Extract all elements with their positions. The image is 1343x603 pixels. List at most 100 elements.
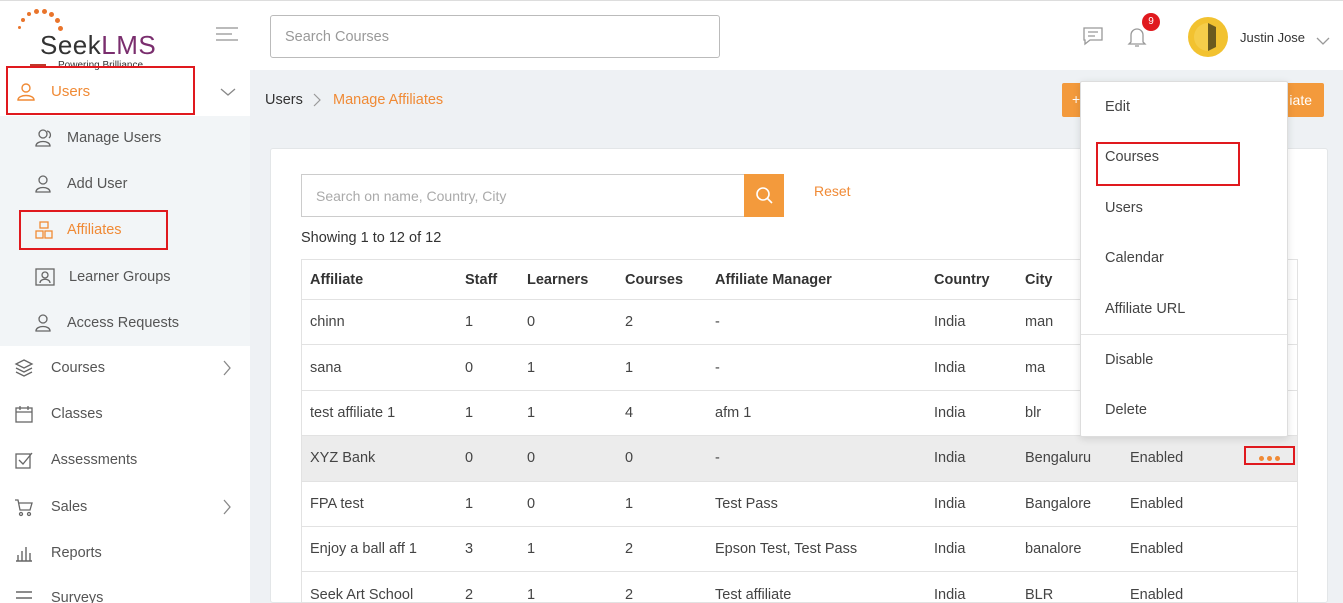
user-name[interactable]: Justin Jose (1240, 30, 1305, 45)
cell-learners: 1 (518, 389, 616, 436)
sidebar-item-courses[interactable]: Courses (0, 348, 250, 388)
menu-item-users[interactable]: Users (1081, 183, 1287, 233)
plus-icon: + (1072, 91, 1081, 107)
menu-item-disable[interactable]: Disable (1081, 335, 1287, 385)
sidebar-item-reports[interactable]: Reports (0, 533, 250, 573)
sidebar-item-surveys[interactable]: Surveys (0, 578, 250, 603)
highlight-users-box (6, 66, 195, 115)
course-search-box (270, 15, 720, 58)
cell-country: India (925, 344, 1016, 391)
menu-item-calendar[interactable]: Calendar (1081, 233, 1287, 283)
cell-manager: Test affiliate (706, 571, 925, 603)
cell-courses: 1 (616, 480, 706, 527)
column-header: Country (925, 259, 1016, 300)
sidebar-item-manage-users[interactable]: Manage Users (0, 118, 250, 158)
table-row[interactable]: FPA test 1 0 1 Test Pass India Bangalore Enable… (301, 480, 1298, 527)
cell-courses: 2 (616, 298, 706, 345)
avatar[interactable] (1188, 17, 1228, 57)
sidebar-item-sales[interactable]: Sales (0, 487, 250, 527)
cell-courses: 2 (616, 525, 706, 572)
learner-groups-icon (34, 267, 56, 290)
cell-courses: 1 (616, 344, 706, 391)
sidebar-item-add-user[interactable]: Add User (0, 164, 250, 204)
bell-icon[interactable] (1127, 26, 1147, 51)
button-label: iate (1289, 92, 1312, 108)
menu-item-edit[interactable]: Edit (1081, 82, 1287, 132)
sidebar-item-label: Surveys (51, 590, 104, 603)
menu-item-delete[interactable]: Delete (1081, 385, 1287, 435)
sidebar-item-label: Classes (51, 406, 103, 422)
sidebar-item-label: Add User (67, 176, 128, 192)
more-dot-icon (1275, 456, 1280, 461)
manage-users-icon (34, 128, 54, 151)
cell-manager: afm 1 (706, 389, 925, 436)
cell-learners: 0 (518, 480, 616, 527)
sidebar-item-label: Sales (51, 499, 88, 515)
list-icon (14, 588, 34, 603)
sidebar-item-access-requests[interactable]: Access Requests (0, 303, 250, 343)
column-header: Staff (456, 259, 518, 300)
highlight-courses-box (1096, 142, 1240, 186)
column-header: Affiliate Manager (706, 259, 925, 300)
menu-item-label: Delete (1105, 402, 1147, 418)
column-header: Learners (518, 259, 616, 300)
menu-toggle-icon[interactable] (216, 27, 238, 43)
table-row[interactable]: XYZ Bank 0 0 0- India Bengaluru Enabled (301, 435, 1298, 482)
table-search-input[interactable] (302, 175, 745, 216)
cell-affiliate: XYZ Bank (301, 435, 456, 482)
sidebar-item-label: Manage Users (67, 130, 162, 146)
chevron-down-icon[interactable] (1316, 33, 1330, 49)
cell-country: India (925, 525, 1016, 572)
sidebar-item-classes[interactable]: Classes (0, 394, 250, 434)
cell-actions (1231, 480, 1298, 527)
logo-text: SeekLMS (40, 30, 157, 60)
cell-country: India (925, 298, 1016, 345)
chevron-right-icon[interactable] (222, 360, 232, 379)
cell-manager: - (706, 344, 925, 391)
course-search-input[interactable] (271, 16, 719, 57)
menu-item-label: Users (1105, 200, 1143, 216)
sidebar-item-assessments[interactable]: Assessments (0, 440, 250, 480)
cell-affiliate: Enjoy a ball aff 1 (301, 525, 456, 572)
table-search-box (301, 174, 745, 217)
cell-affiliate: test affiliate 1 (301, 389, 456, 436)
cell-courses: 4 (616, 389, 706, 436)
cell-courses: 0 (616, 435, 706, 482)
cell-learners: 1 (518, 571, 616, 603)
more-dot-icon (1267, 456, 1272, 461)
search-button[interactable] (744, 174, 784, 217)
sidebar-item-label: Assessments (51, 452, 138, 468)
cell-country: India (925, 480, 1016, 527)
sidebar-item-label: Courses (51, 360, 105, 376)
logo[interactable]: SeekLMS Powering Brilliance (12, 8, 172, 72)
access-requests-icon (34, 313, 54, 336)
cell-learners: 1 (518, 525, 616, 572)
cell-city: Bengaluru (1016, 435, 1121, 482)
highlight-affiliates-box (19, 210, 168, 250)
chevron-right-icon[interactable] (222, 499, 232, 518)
cell-status: Enabled (1121, 571, 1231, 603)
cell-status: Enabled (1121, 480, 1231, 527)
table-row[interactable]: Enjoy a ball aff 1 3 1 2 Epson Test, Test Pa… (301, 525, 1298, 572)
cell-manager: - (706, 298, 925, 345)
sidebar-item-label: Reports (51, 545, 102, 561)
cell-staff: 0 (456, 344, 518, 391)
chevron-down-icon[interactable] (220, 84, 236, 100)
pagination-info: Showing 1 to 12 of 12 (301, 230, 442, 246)
cell-learners: 0 (518, 435, 616, 482)
more-dot-icon (1259, 456, 1264, 461)
cell-staff: 1 (456, 480, 518, 527)
reset-link[interactable]: Reset (814, 183, 851, 199)
cell-staff: 2 (456, 571, 518, 603)
add-user-icon (34, 174, 54, 197)
menu-item-affiliate-url[interactable]: Affiliate URL (1081, 284, 1287, 334)
menu-item-label: Calendar (1105, 250, 1164, 266)
chat-icon[interactable] (1082, 26, 1104, 49)
cell-actions (1231, 525, 1298, 572)
breadcrumb-users[interactable]: Users (265, 92, 303, 108)
cell-staff: 1 (456, 389, 518, 436)
cell-country: India (925, 571, 1016, 603)
table-row[interactable]: Seek Art School 2 1 2 Test affiliate India BLR… (301, 571, 1298, 603)
row-actions-button[interactable] (1244, 446, 1295, 465)
sidebar-item-learner-groups[interactable]: Learner Groups (0, 257, 250, 297)
